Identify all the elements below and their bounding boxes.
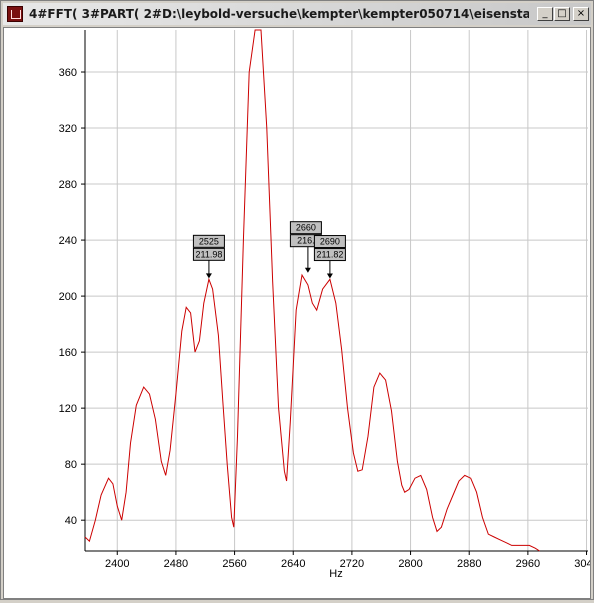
plot-area[interactable]: 40 80 120 160 200 240 280 320 360 2400 2480 2560 26… bbox=[3, 27, 594, 599]
maximize-button[interactable]: □ bbox=[554, 7, 570, 21]
minimize-button[interactable]: _ bbox=[537, 7, 553, 21]
y-tick-label: 280 bbox=[59, 179, 77, 191]
x-tick-label: 2640 bbox=[281, 558, 305, 570]
x-tick-label: 2800 bbox=[398, 558, 422, 570]
y-tick-label: 80 bbox=[65, 459, 77, 471]
app-icon[interactable] bbox=[7, 6, 23, 22]
marker-x-label: 2525 bbox=[199, 236, 219, 246]
marker-x-label: 2660 bbox=[296, 223, 316, 233]
marker-y-label: 211.82 bbox=[316, 250, 343, 260]
x-axis-label: Hz bbox=[329, 568, 342, 580]
title-bar[interactable]: 4#FFT( 3#PART( 2#D:\leybold-versuche\kem… bbox=[3, 3, 591, 25]
x-tick-label: 2720 bbox=[340, 558, 364, 570]
x-tick-label: 2480 bbox=[164, 558, 188, 570]
y-tick-label: 200 bbox=[59, 291, 77, 303]
x-tick-label: 2960 bbox=[516, 558, 540, 570]
marker-x-label: 2690 bbox=[320, 237, 340, 247]
y-tick-label: 120 bbox=[59, 403, 77, 415]
marker-y-label: 211.98 bbox=[195, 249, 222, 259]
fft-chart[interactable]: 40 80 120 160 200 240 280 320 360 2400 2480 2560 26… bbox=[4, 28, 594, 598]
x-tick-label: 2560 bbox=[222, 558, 246, 570]
marker-y-label: 216. bbox=[297, 236, 315, 246]
fft-window: 4#FFT( 3#PART( 2#D:\leybold-versuche\kem… bbox=[0, 0, 594, 600]
y-tick-labels: 40 80 120 160 200 240 280 320 360 bbox=[59, 67, 77, 527]
close-button[interactable]: × bbox=[573, 7, 589, 21]
grid-lines bbox=[85, 30, 588, 551]
x-tick-labels: 2400 2480 2560 2640 2720 2800 2880 2960 3040 bbox=[105, 558, 594, 570]
window-title: 4#FFT( 3#PART( 2#D:\leybold-versuche\kem… bbox=[29, 7, 529, 21]
x-tick-label: 3040 bbox=[574, 558, 590, 570]
y-tick-label: 160 bbox=[59, 347, 77, 359]
y-tick-label: 240 bbox=[59, 235, 77, 247]
y-tick-label: 360 bbox=[59, 67, 77, 79]
plot-background bbox=[85, 30, 588, 551]
y-tick-label: 320 bbox=[59, 123, 77, 135]
x-tick-label: 2880 bbox=[457, 558, 481, 570]
y-tick-label: 40 bbox=[65, 515, 77, 527]
x-tick-label: 2400 bbox=[105, 558, 129, 570]
